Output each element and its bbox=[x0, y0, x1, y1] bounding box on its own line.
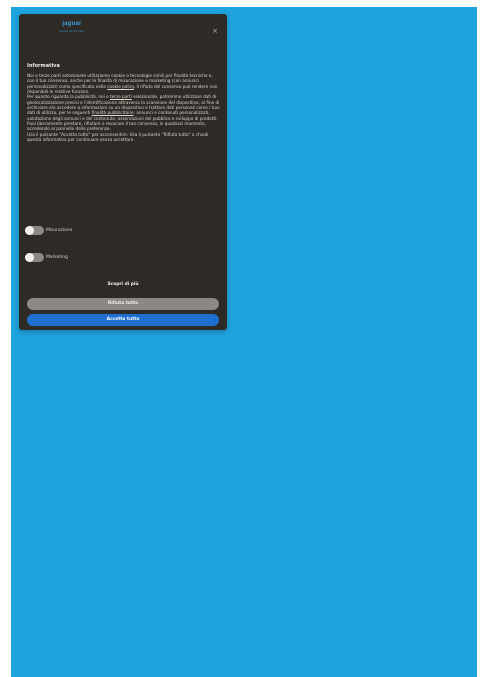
logo-text: jaguar bbox=[62, 21, 82, 27]
toggle-knob bbox=[25, 226, 34, 235]
learn-more-button[interactable]: Scopri di più bbox=[27, 279, 219, 291]
text-segment: Per quanto riguarda la pubblicità, noi e bbox=[27, 94, 111, 100]
third-parties-link[interactable]: terze parti bbox=[110, 94, 132, 99]
dialog-body: Noi e terze parti selezionate utilizziam… bbox=[27, 73, 221, 142]
toggle-row-measurement: Misurazione bbox=[25, 226, 72, 235]
marketing-label: Marketing bbox=[46, 255, 68, 260]
cookie-policy-link[interactable]: cookie policy bbox=[107, 84, 134, 89]
brand-logo: jaguar Reveal the full story bbox=[54, 21, 90, 41]
accept-all-button[interactable]: Accetta tutto bbox=[27, 314, 219, 326]
measurement-toggle[interactable] bbox=[25, 226, 44, 235]
toggle-knob bbox=[25, 253, 34, 262]
logo-subtext: Reveal the full story bbox=[59, 30, 85, 33]
close-icon[interactable]: × bbox=[211, 27, 219, 35]
paragraph-consent: Noi e terze parti selezionate utilizziam… bbox=[27, 73, 221, 94]
paragraph-preferences: Puoi liberamente prestare, rifiutare o r… bbox=[27, 121, 206, 132]
marketing-toggle[interactable] bbox=[25, 253, 44, 262]
reject-all-button[interactable]: Rifiuta tutto bbox=[27, 298, 219, 310]
dialog-title: Informativa bbox=[27, 63, 60, 69]
page-background: jaguar Reveal the full story × Informati… bbox=[11, 7, 477, 677]
paragraph-advertising: Per quanto riguarda la pubblicità, noi e… bbox=[27, 94, 221, 121]
cookie-consent-dialog: jaguar Reveal the full story × Informati… bbox=[19, 14, 227, 330]
toggle-row-marketing: Marketing bbox=[25, 253, 68, 262]
advertising-purposes-link[interactable]: finalità pubblicitarie bbox=[92, 110, 134, 115]
paragraph-buttons-info: Usa il pulsante "Accetta tutto" per acco… bbox=[27, 131, 209, 143]
measurement-label: Misurazione bbox=[46, 228, 73, 233]
